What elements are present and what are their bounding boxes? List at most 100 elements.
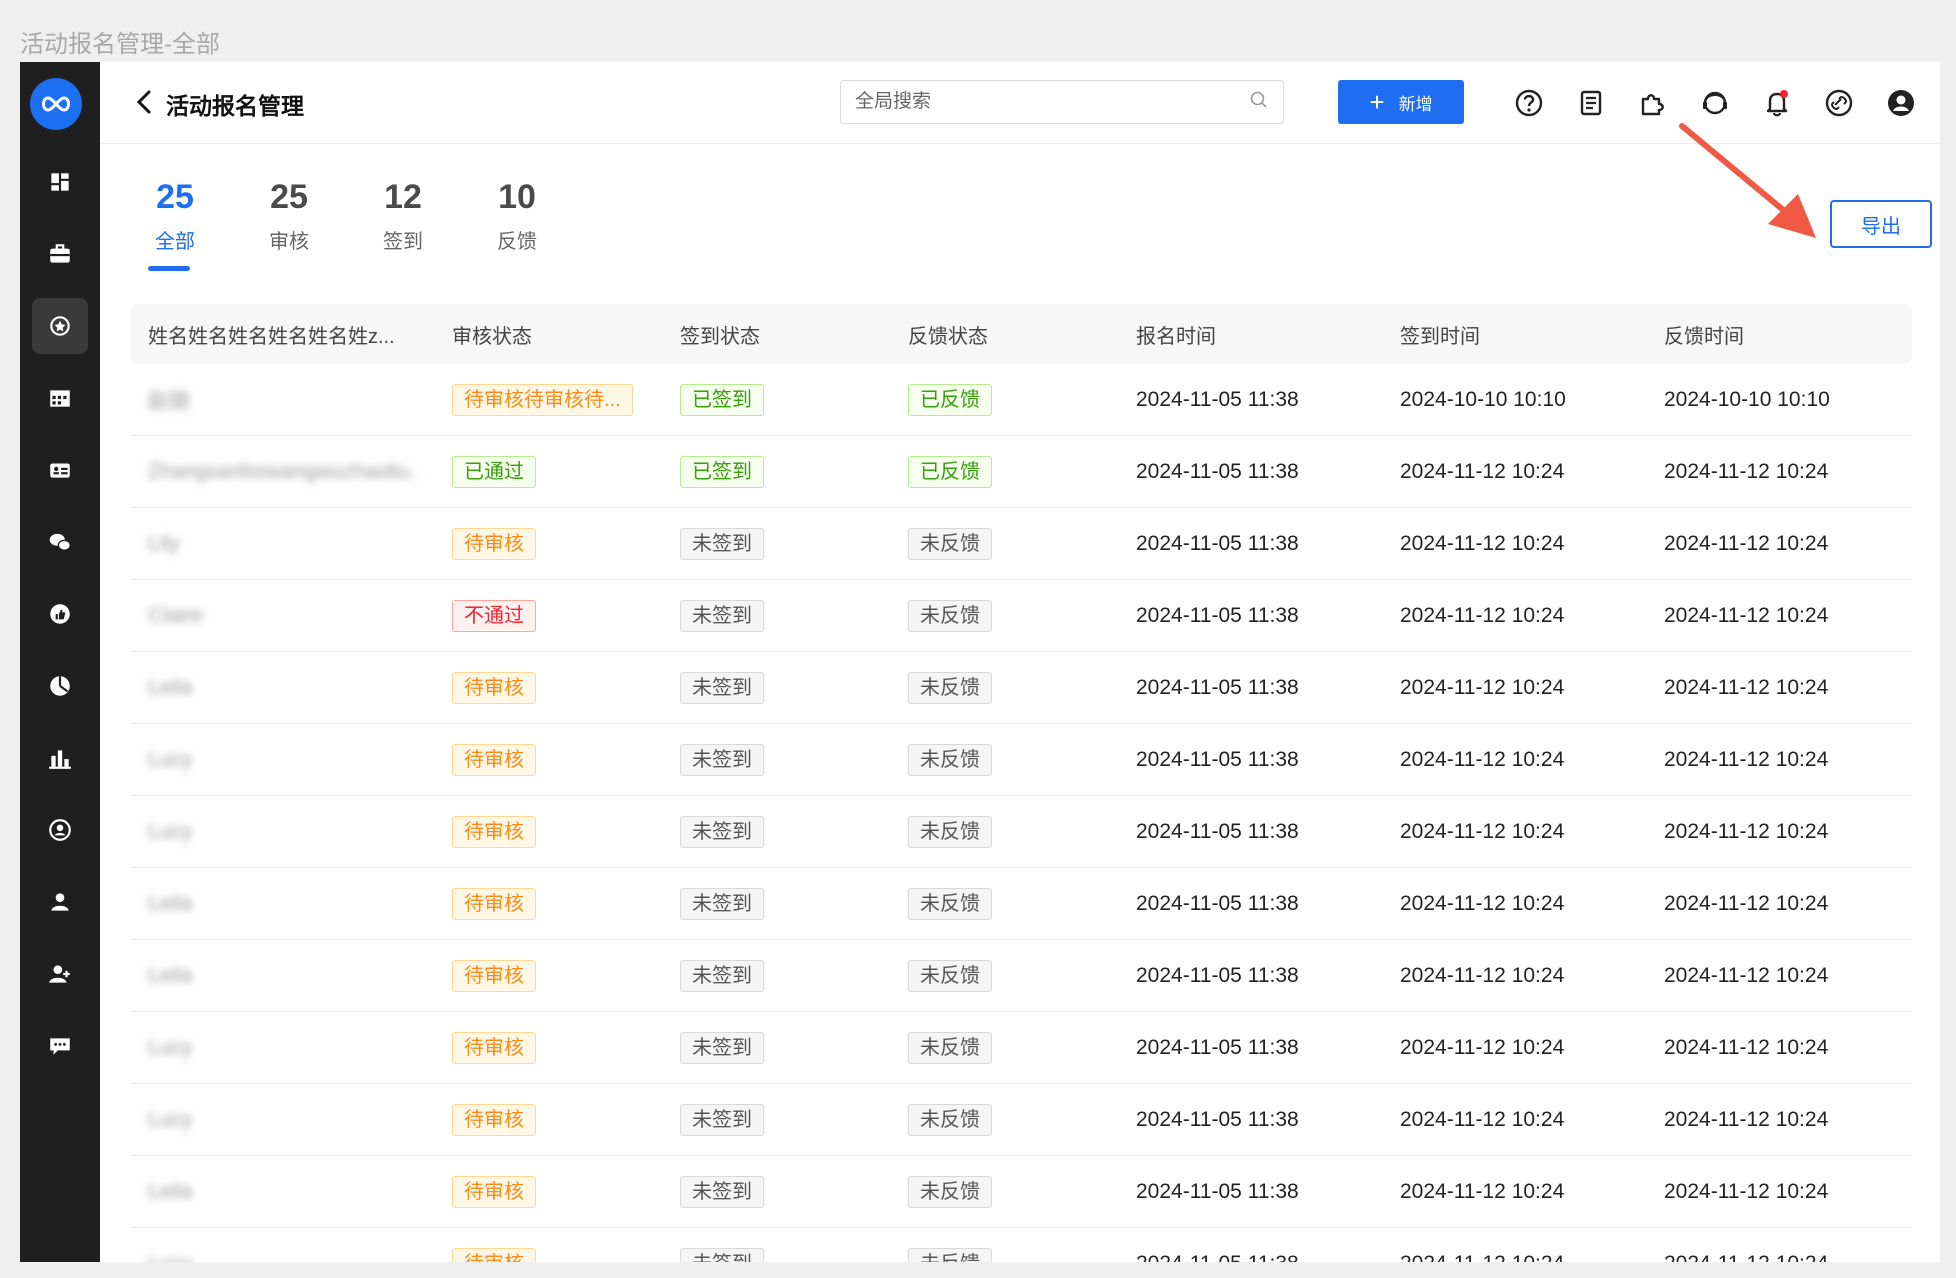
column-header-checkin[interactable]: 签到状态 [662, 320, 890, 349]
checkin-status-badge: 未签到 [680, 743, 764, 776]
table-row[interactable]: Lucy待审核未签到未反馈2024-11-05 11:382024-11-12 … [130, 1084, 1912, 1156]
table-row[interactable]: Leila 待审核 未签到 未反馈 2024-11-05 11:38 2024-11-12… [130, 652, 1912, 724]
puzzle-icon[interactable] [1634, 84, 1672, 122]
table-row[interactable]: Claire 不通过 未签到 未反馈 2024-11-05 11:38 2024-11-1… [130, 580, 1912, 652]
review-status-badge: 待审核 [452, 1247, 536, 1262]
bar-chart-icon[interactable] [32, 730, 88, 786]
help-icon[interactable] [1510, 84, 1548, 122]
reg-time-cell: 2024-11-05 11:38 [1136, 819, 1299, 843]
account-icon[interactable] [1882, 84, 1920, 122]
search-input[interactable] [855, 91, 1249, 113]
feedback-status-badge: 未反馈 [908, 671, 992, 704]
sidebar [20, 62, 100, 1262]
page-title: 活动报名管理 [166, 93, 304, 119]
feedback-cell: 未反馈 [890, 527, 1118, 560]
checkin-time-cell: 2024-11-12 10:24 [1400, 1107, 1565, 1131]
table-row[interactable]: Lucy待审核未签到未反馈2024-11-05 11:382024-11-12 … [130, 1012, 1912, 1084]
tab-count: 10 [498, 178, 536, 216]
document-icon[interactable] [1572, 84, 1610, 122]
chat-bubble-icon[interactable] [32, 1018, 88, 1074]
back-arrow-icon[interactable] [130, 84, 158, 120]
export-button[interactable]: 导出 [1830, 200, 1932, 248]
column-header-name[interactable]: 姓名姓名姓名姓名姓名姓z... [130, 320, 434, 349]
user-icon[interactable] [32, 874, 88, 930]
feedback-time-cell: 2024-11-12 10:24 [1664, 459, 1829, 483]
global-search[interactable] [840, 80, 1284, 124]
name-value: Lucy [148, 1107, 193, 1131]
checkin-cell: 未签到 [662, 815, 890, 848]
column-header-feedback[interactable]: 反馈状态 [890, 320, 1118, 349]
review-status-badge: 待审核待审核待... [452, 383, 633, 416]
search-icon[interactable] [1249, 90, 1269, 115]
checkin-status-badge: 已签到 [680, 455, 764, 488]
column-header-review[interactable]: 审核状态 [434, 320, 662, 349]
name-value: Claire [148, 603, 203, 627]
table-row[interactable]: 赵丽 待审核待审核待... 已签到 已反馈 2024-11-05 11:38 2024-1… [130, 364, 1912, 436]
table-row[interactable]: Lily 待审核 未签到 未反馈 2024-11-05 11:38 2024-11-12 … [130, 508, 1912, 580]
column-header-checkin-time[interactable]: 签到时间 [1382, 320, 1646, 349]
table-row[interactable]: Lucy待审核未签到未反馈2024-11-05 11:382024-11-12 … [130, 724, 1912, 796]
table-row[interactable]: Leila 待审核 未签到 未反馈 2024-11-05 11:38 2024-11-12… [130, 940, 1912, 1012]
wechat-icon[interactable] [32, 514, 88, 570]
tab-label: 反馈 [497, 231, 537, 253]
add-button[interactable]: + 新增 [1338, 80, 1464, 124]
table-row[interactable]: Lucy待审核未签到未反馈2024-11-05 11:382024-11-12 … [130, 1228, 1912, 1262]
checkin-status-badge: 未签到 [680, 599, 764, 632]
calendar-icon[interactable] [32, 370, 88, 426]
name-cell: Leila [130, 891, 434, 915]
feedback-status-badge: 未反馈 [908, 1103, 992, 1136]
tab-checkin[interactable]: 12 签到 [358, 162, 448, 254]
tab-review[interactable]: 25 审核 [244, 162, 334, 254]
main-content: 活动报名管理 + 新增 25 [100, 62, 1940, 1262]
user-add-icon[interactable] [32, 946, 88, 1002]
table-row[interactable]: Lucy待审核未签到未反馈2024-11-05 11:382024-11-12 … [130, 796, 1912, 868]
name-value: 赵丽 [148, 389, 190, 413]
table-row[interactable]: Zhangsanlisiwangwuzhaoliu... 已通过 已签到 已反馈 202… [130, 436, 1912, 508]
review-cell: 待审核 [434, 743, 662, 776]
user-circle-icon[interactable] [32, 802, 88, 858]
review-status-badge: 待审核 [452, 887, 536, 920]
review-status-badge: 待审核 [452, 815, 536, 848]
dashboard-icon[interactable] [32, 154, 88, 210]
reg-time-cell: 2024-11-05 11:38 [1136, 891, 1299, 915]
name-value: Lucy [148, 819, 193, 843]
tab-all[interactable]: 25 全部 [130, 162, 220, 271]
tab-feedback[interactable]: 10 反馈 [472, 162, 562, 254]
thumbs-up-icon[interactable] [32, 586, 88, 642]
reg-time-cell: 2024-11-05 11:38 [1136, 1179, 1299, 1203]
name-cell: Lucy [130, 1035, 434, 1059]
table-row[interactable]: Leila 待审核 未签到 未反馈 2024-11-05 11:38 2024-11-12… [130, 868, 1912, 940]
review-cell: 待审核 [434, 527, 662, 560]
infinity-logo-icon[interactable] [30, 78, 82, 130]
checkin-cell: 未签到 [662, 1175, 890, 1208]
name-value: Lucy [148, 1035, 193, 1059]
checkin-status-badge: 未签到 [680, 1103, 764, 1136]
column-header-feedback-time[interactable]: 反馈时间 [1646, 320, 1912, 349]
checkin-time-cell: 2024-11-12 10:24 [1400, 963, 1565, 987]
column-header-reg-time[interactable]: 报名时间 [1118, 320, 1382, 349]
reg-time-cell: 2024-11-05 11:38 [1136, 603, 1299, 627]
feedback-status-badge: 已反馈 [908, 383, 992, 416]
feedback-cell: 未反馈 [890, 1103, 1118, 1136]
table-row[interactable]: Leila 待审核 未签到 未反馈 2024-11-05 11:38 2024-11-12… [130, 1156, 1912, 1228]
checkin-cell: 未签到 [662, 599, 890, 632]
review-cell: 待审核 [434, 815, 662, 848]
feedback-status-badge: 未反馈 [908, 743, 992, 776]
checkin-time-cell: 2024-11-12 10:24 [1400, 819, 1565, 843]
active-tab-indicator [148, 266, 190, 271]
briefcase-icon[interactable] [32, 226, 88, 282]
checkin-time-cell: 2024-11-12 10:24 [1400, 1179, 1565, 1203]
name-cell: Leila [130, 675, 434, 699]
id-card-icon[interactable] [32, 442, 88, 498]
reg-time-cell: 2024-11-05 11:38 [1136, 459, 1299, 483]
name-cell: Lucy [130, 1107, 434, 1131]
tab-count: 12 [384, 178, 422, 216]
star-badge-icon[interactable] [32, 298, 88, 354]
name-cell: Claire [130, 603, 434, 627]
checkin-status-badge: 未签到 [680, 1175, 764, 1208]
feedback-cell: 未反馈 [890, 599, 1118, 632]
reg-time-cell: 2024-11-05 11:38 [1136, 675, 1299, 699]
tab-count: 25 [156, 178, 194, 216]
name-value: Zhangsanlisiwangwuzhaoliu... [148, 459, 418, 483]
pie-chart-icon[interactable] [32, 658, 88, 714]
